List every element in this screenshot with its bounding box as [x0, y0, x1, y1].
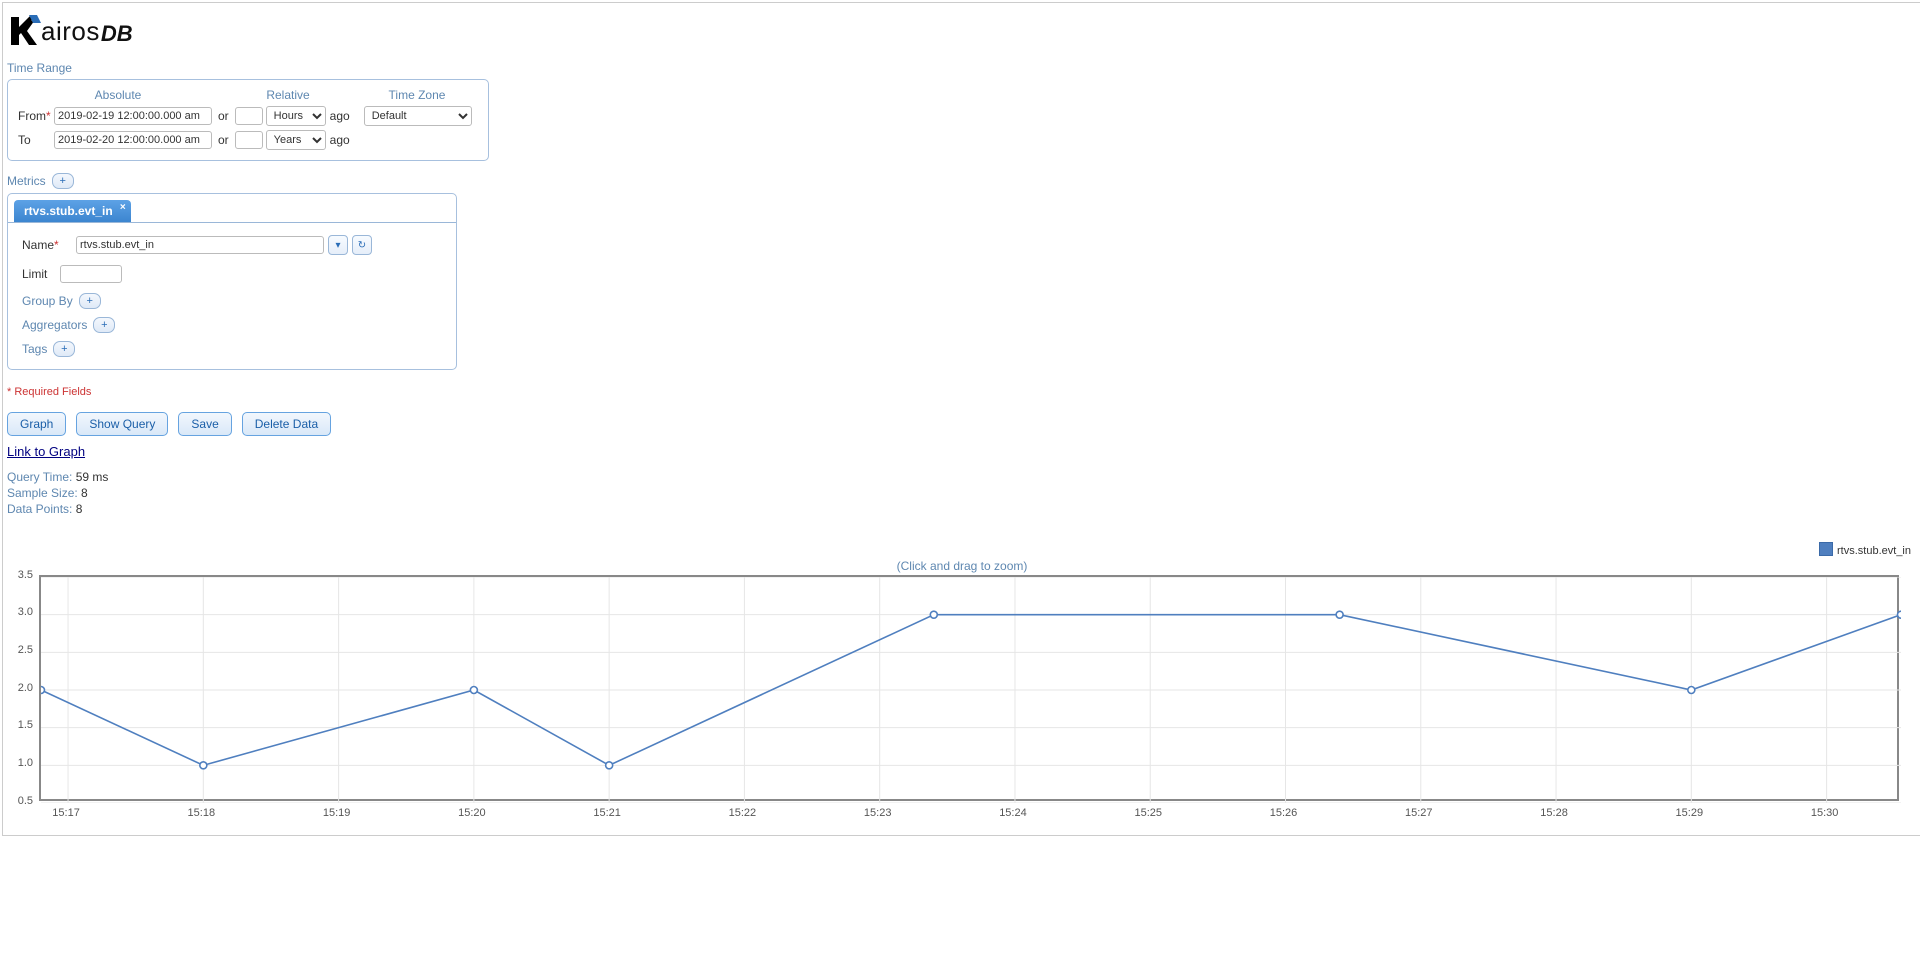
metric-tab-label: rtvs.stub.evt_in	[24, 204, 113, 218]
x-axis-tick: 15:24	[999, 807, 1027, 819]
show-query-button[interactable]: Show Query	[76, 412, 168, 436]
to-or: or	[218, 133, 229, 147]
x-axis-tick: 15:30	[1811, 807, 1839, 819]
y-axis-tick: 0.5	[11, 795, 33, 807]
chart-area[interactable]: 0.51.01.52.02.53.03.515:1715:1815:1915:2…	[11, 575, 1907, 825]
chart-point[interactable]	[41, 686, 45, 693]
from-ago: ago	[330, 109, 350, 123]
delete-data-button[interactable]: Delete Data	[242, 412, 331, 436]
chart-point[interactable]	[606, 761, 613, 768]
graph-button[interactable]: Graph	[7, 412, 66, 436]
metric-tab[interactable]: rtvs.stub.evt_in ×	[14, 200, 131, 222]
add-metric-button[interactable]: +	[52, 173, 74, 189]
from-date-input[interactable]	[54, 107, 212, 125]
to-relative-unit-select[interactable]: Years	[266, 130, 326, 150]
tags-label: Tags	[22, 342, 47, 356]
app-logo: airos DB	[7, 13, 1917, 47]
metric-name-dropdown-button[interactable]: ▾	[328, 235, 348, 255]
x-axis-tick: 15:19	[323, 807, 351, 819]
chart-point[interactable]	[1336, 611, 1343, 618]
y-axis-tick: 3.0	[11, 606, 33, 618]
chart-point[interactable]	[1898, 611, 1902, 618]
metric-name-input[interactable]	[76, 236, 324, 254]
x-axis-tick: 15:20	[458, 807, 486, 819]
x-axis-tick: 15:18	[188, 807, 216, 819]
timezone-select[interactable]: Default	[364, 106, 472, 126]
to-label: To	[18, 133, 54, 147]
header-absolute: Absolute	[18, 88, 218, 102]
name-label: Name	[22, 238, 76, 252]
logo-text-1: airos	[41, 16, 100, 47]
x-axis-tick: 15:29	[1676, 807, 1704, 819]
chart-plot[interactable]	[39, 575, 1899, 801]
required-fields-note: * Required Fields	[7, 386, 1917, 398]
y-axis-tick: 3.5	[11, 569, 33, 581]
x-axis-tick: 15:25	[1134, 807, 1162, 819]
chart-zoom-hint: (Click and drag to zoom)	[7, 559, 1917, 573]
metrics-fieldset: rtvs.stub.evt_in × Name ▾ ↻ Limit Group …	[7, 193, 457, 370]
y-axis-tick: 2.0	[11, 682, 33, 694]
header-relative: Relative	[218, 88, 358, 102]
add-aggregator-button[interactable]: +	[93, 317, 115, 333]
y-axis-tick: 1.5	[11, 719, 33, 731]
x-axis-tick: 15:28	[1540, 807, 1568, 819]
limit-label: Limit	[22, 267, 60, 281]
link-to-graph[interactable]: Link to Graph	[7, 444, 85, 459]
from-label: From	[18, 109, 54, 123]
x-axis-tick: 15:23	[864, 807, 892, 819]
legend-swatch-icon	[1819, 542, 1833, 556]
aggregators-label: Aggregators	[22, 318, 87, 332]
to-relative-num-input[interactable]	[235, 131, 263, 149]
chart-legend: rtvs.stub.evt_in	[7, 542, 1911, 557]
timerange-label: Time Range	[7, 61, 1917, 75]
groupby-label: Group By	[22, 294, 73, 308]
chart-point[interactable]	[200, 761, 207, 768]
close-icon[interactable]: ×	[120, 202, 126, 213]
logo-text-2: DB	[101, 21, 133, 47]
x-axis-tick: 15:17	[52, 807, 80, 819]
chart-point[interactable]	[470, 686, 477, 693]
x-axis-tick: 15:21	[593, 807, 621, 819]
query-stats: Query Time: 59 ms Sample Size: 8 Data Po…	[7, 469, 1917, 518]
from-relative-unit-select[interactable]: Hours	[266, 106, 326, 126]
to-ago: ago	[330, 133, 350, 147]
from-or: or	[218, 109, 229, 123]
from-relative-num-input[interactable]	[235, 107, 263, 125]
timerange-fieldset: Absolute Relative Time Zone From or Hour…	[7, 79, 489, 161]
chart-point[interactable]	[930, 611, 937, 618]
x-axis-tick: 15:26	[1270, 807, 1298, 819]
add-tag-button[interactable]: +	[53, 341, 75, 357]
to-date-input[interactable]	[54, 131, 212, 149]
x-axis-tick: 15:22	[729, 807, 757, 819]
limit-input[interactable]	[60, 265, 122, 283]
logo-icon	[7, 13, 43, 47]
header-timezone: Time Zone	[362, 88, 472, 102]
x-axis-tick: 15:27	[1405, 807, 1433, 819]
metric-name-refresh-button[interactable]: ↻	[352, 235, 372, 255]
save-button[interactable]: Save	[178, 412, 231, 436]
metrics-label: Metrics	[7, 174, 46, 188]
chart-point[interactable]	[1688, 686, 1695, 693]
y-axis-tick: 2.5	[11, 644, 33, 656]
add-groupby-button[interactable]: +	[79, 293, 101, 309]
y-axis-tick: 1.0	[11, 757, 33, 769]
